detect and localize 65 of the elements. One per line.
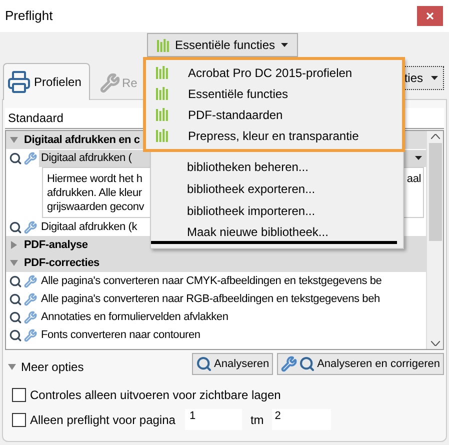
- tab[interactable]: Profielen: [3, 63, 90, 100]
- printer-icon: [7, 70, 31, 94]
- more-options-toggle[interactable]: Meer opties: [8, 358, 84, 376]
- collapse-icon[interactable]: [10, 136, 18, 144]
- bar-chart-icon: [156, 66, 168, 79]
- search-icon[interactable]: [9, 310, 22, 324]
- caret-icon[interactable]: [431, 76, 438, 80]
- menu-item[interactable]: PDF-standaarden: [146, 104, 402, 125]
- bar-chart-icon: [156, 87, 168, 100]
- scrollbar[interactable]: [426, 131, 443, 349]
- search-icon[interactable]: [9, 220, 22, 234]
- checkbox-label: Alleen preflight voor pagina: [30, 412, 176, 428]
- group-label: PDF-correcties: [24, 256, 100, 271]
- analyze-fix-button[interactable]: Analyseren en corrigeren: [277, 353, 444, 375]
- description-line: aal: [406, 172, 421, 186]
- profile-name: Digitaal afdrukken (: [41, 150, 132, 166]
- scroll-down-icon[interactable]: [430, 341, 440, 346]
- group-label: Digitaal afdrukken en c: [24, 132, 140, 148]
- menu-item[interactable]: bibliotheek exporteren...: [151, 178, 403, 200]
- checkbox[interactable]: [12, 412, 26, 426]
- close-icon[interactable]: [426, 12, 434, 20]
- search-icon[interactable]: [9, 328, 22, 342]
- description-line: Hiermee wordt het h: [47, 172, 142, 186]
- window-title: Preflight: [5, 7, 53, 26]
- caret-icon[interactable]: [415, 156, 422, 160]
- scroll-up-icon[interactable]: [430, 134, 440, 139]
- collapse-icon[interactable]: [10, 259, 18, 267]
- expand-icon[interactable]: [10, 241, 18, 249]
- bar-chart-icon: [156, 108, 168, 121]
- menu-item[interactable]: Acrobat Pro DC 2015-profielen: [146, 62, 402, 83]
- wrench-icon: [281, 356, 298, 372]
- profile-row[interactable]: Alle pagina's converteren naar RGB-afbeeldingen en tekstgegevens beh: [39, 290, 426, 308]
- description-line: grijswaarden geconv: [47, 200, 144, 214]
- search-icon: [196, 356, 212, 372]
- analyze-button[interactable]: Analyseren: [192, 353, 274, 375]
- menu-item[interactable]: Maak nieuwe bibliotheek...: [151, 222, 397, 244]
- menu-item[interactable]: bibliotheken beheren...: [151, 156, 403, 178]
- search-icon: [299, 356, 316, 372]
- menu-item[interactable]: Prepress, kleur en transparantie: [146, 125, 402, 146]
- close-button[interactable]: [417, 6, 443, 26]
- search-icon[interactable]: [9, 152, 22, 164]
- checkbox[interactable]: [12, 388, 26, 402]
- bar-chart-icon: [156, 129, 168, 142]
- group-label: PDF-analyse: [24, 238, 88, 253]
- profile-row[interactable]: Alle pagina's converteren naar CMYK-afbeeldingen en tekstgegevens be: [39, 272, 426, 290]
- caret-icon[interactable]: [281, 43, 288, 47]
- description-line: afdrukken. Alle kleur: [47, 186, 142, 200]
- profile-name: Alle pagina's converteren naar RGB-afbeeldingen en tekstgegevens beh: [41, 292, 380, 307]
- group-header[interactable]: PDF-correcties: [6, 254, 426, 272]
- profile-name: Annotaties en formuliervelden afvlakken: [41, 310, 228, 325]
- profile-name: Alle pagina's converteren naar CMYK-afbeeldingen en tekstgegevens be: [41, 274, 382, 289]
- bar-chart-icon: [156, 38, 169, 52]
- menu-item[interactable]: bibliotheek importeren...: [151, 200, 403, 222]
- library-dropdown[interactable]: Essentiële functies: [146, 33, 298, 57]
- profile-row[interactable]: Fonts converteren naar contouren: [39, 326, 426, 344]
- checkbox-label: Controles alleen uitvoeren voor zichtbare lagen: [30, 387, 281, 404]
- page-to-field[interactable]: 2: [272, 409, 331, 430]
- wrench-icon: [100, 73, 120, 93]
- profile-row[interactable]: Annotaties en formuliervelden afvlakken: [39, 308, 426, 326]
- profile-name: Fonts converteren naar contouren: [41, 328, 200, 343]
- search-icon[interactable]: [9, 274, 22, 288]
- range-label: tm: [250, 412, 264, 428]
- search-icon[interactable]: [9, 292, 22, 306]
- menu-item[interactable]: Essentiële functies: [146, 83, 402, 104]
- page-from-field[interactable]: 1: [185, 409, 242, 430]
